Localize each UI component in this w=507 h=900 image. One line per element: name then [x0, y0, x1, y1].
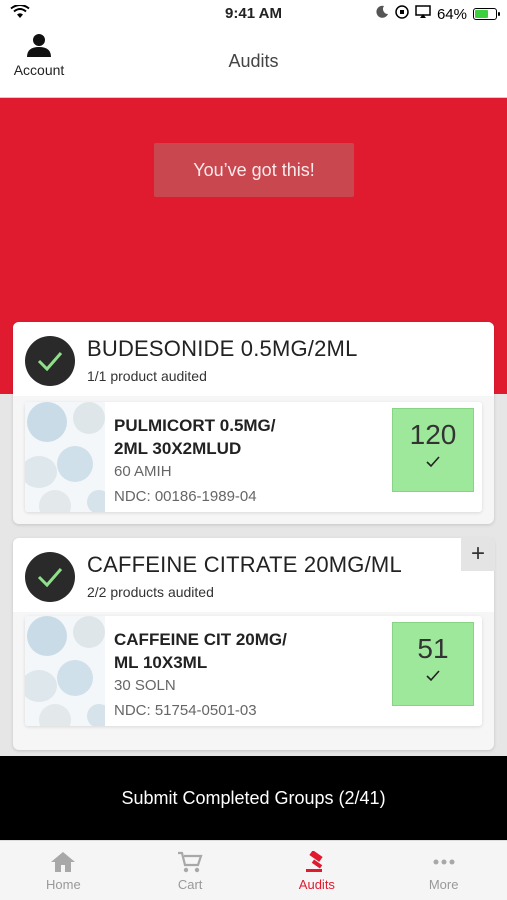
check-circle-icon: [25, 336, 75, 386]
gavel-icon: [254, 851, 381, 873]
submit-button[interactable]: Submit Completed Groups (2/41): [0, 756, 507, 840]
group-subtitle: 2/2 products audited: [87, 584, 214, 600]
group-subtitle: 1/1 product audited: [87, 368, 207, 384]
tab-cart[interactable]: Cart: [127, 841, 254, 900]
count-box[interactable]: 120: [392, 408, 474, 492]
tab-label: Audits: [298, 877, 335, 892]
tab-home[interactable]: Home: [0, 841, 127, 900]
tab-audits[interactable]: Audits: [254, 841, 381, 900]
tab-bar: Home Cart Audits More: [0, 840, 507, 900]
tab-more[interactable]: More: [380, 841, 507, 900]
product-package: 60 AMIH: [114, 463, 172, 480]
page-title: Audits: [228, 51, 279, 71]
group-title: CAFFEINE CITRATE 20MG/ML: [87, 552, 402, 577]
group-header[interactable]: CAFFEINE CITRATE 20MG/ML 2/2 products au…: [13, 538, 494, 612]
product-name: PULMICORT 0.5MG/ 2ML 30X2MLUD: [114, 416, 276, 458]
audit-group[interactable]: CAFFEINE CITRATE 20MG/ML 2/2 products au…: [13, 538, 494, 750]
cart-icon: [127, 851, 254, 873]
product-ndc: NDC: 51754-0501-03: [114, 702, 257, 719]
more-icon: [380, 851, 507, 873]
header: Account Audits: [0, 28, 507, 98]
tab-label: Cart: [177, 877, 203, 892]
group-title: BUDESONIDE 0.5MG/2ML: [87, 336, 358, 361]
pill-illustration-icon: [25, 402, 105, 512]
audit-group[interactable]: BUDESONIDE 0.5MG/2ML 1/1 product audited…: [13, 322, 494, 524]
product-ndc: NDC: 00186-1989-04: [114, 488, 257, 505]
tab-label: Home: [46, 877, 81, 892]
product-name: CAFFEINE CIT 20MG/ ML 10X3ML: [114, 630, 287, 672]
pill-illustration-icon: [25, 616, 105, 726]
count-value: 51: [417, 633, 449, 664]
checkmark-icon: [426, 455, 440, 473]
count-value: 120: [409, 419, 457, 450]
product-package: 30 SOLN: [114, 677, 176, 694]
encouragement-message: You’ve got this!: [154, 143, 354, 197]
home-icon: [0, 851, 127, 873]
product-card[interactable]: PULMICORT 0.5MG/ 2ML 30X2MLUD 60 AMIH ND…: [25, 402, 482, 512]
checkmark-icon: [426, 669, 440, 687]
product-card[interactable]: CAFFEINE CIT 20MG/ ML 10X3ML 30 SOLN NDC…: [25, 616, 482, 726]
submit-label: Submit Completed Groups (2/41): [121, 787, 386, 808]
tab-label: More: [428, 877, 459, 892]
count-box[interactable]: 51: [392, 622, 474, 706]
status-time: 9:41 AM: [225, 5, 282, 22]
check-circle-icon: [25, 552, 75, 602]
group-header[interactable]: BUDESONIDE 0.5MG/2ML 1/1 product audited: [13, 322, 494, 396]
add-button[interactable]: +: [461, 537, 495, 571]
